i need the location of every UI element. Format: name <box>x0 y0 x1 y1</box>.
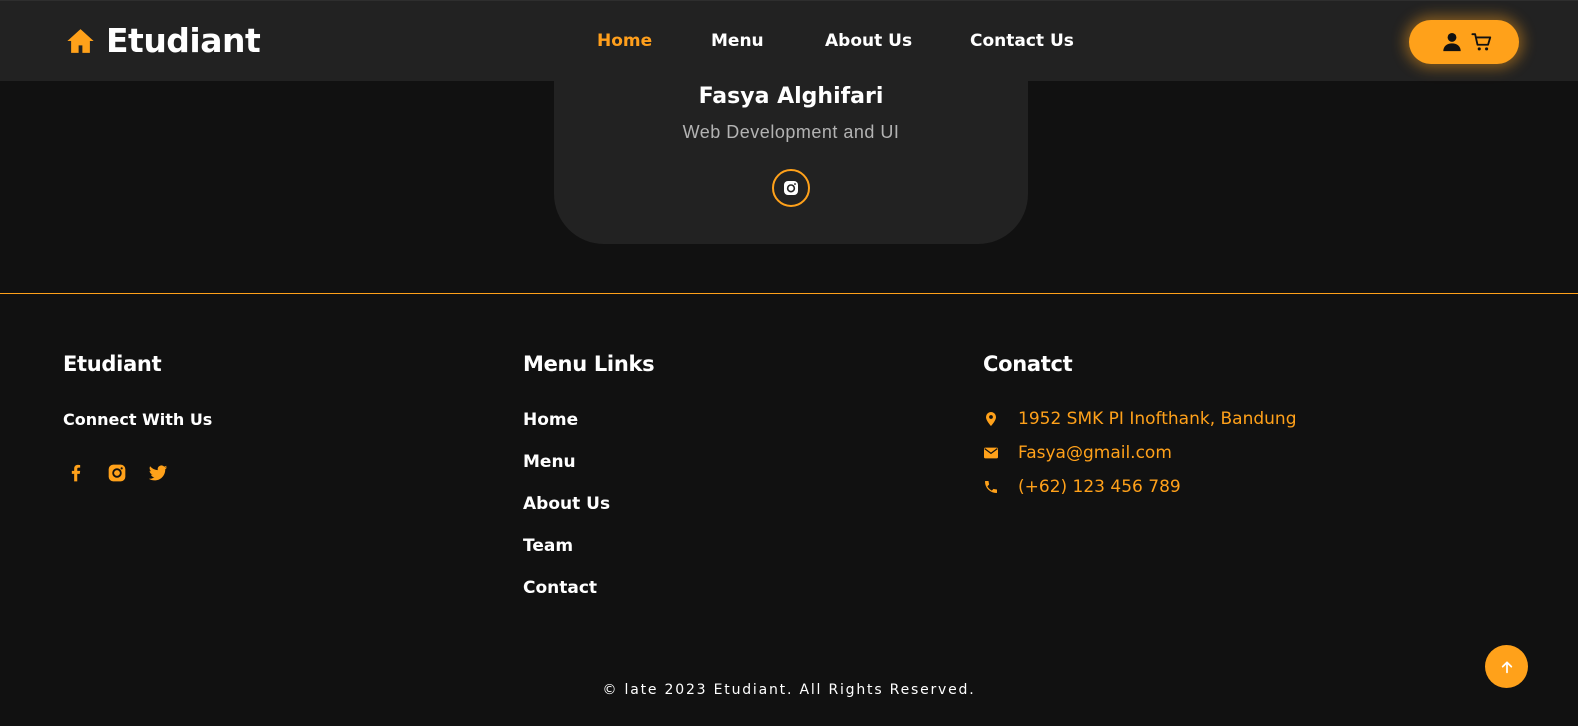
user-icon[interactable] <box>1441 31 1463 53</box>
nav-menu[interactable]: Menu <box>711 31 764 51</box>
footer-menu-title: Menu Links <box>523 352 655 376</box>
arrow-up-icon <box>1501 660 1512 673</box>
footer-menu-links: Home Menu About Us Team Contact <box>523 410 610 620</box>
contact-phone: (+62) 123 456 789 <box>983 475 1181 499</box>
mail-icon <box>984 447 998 459</box>
main-nav: Home Menu About Us Contact Us <box>0 31 1578 55</box>
contact-address-text: 1952 SMK PI Inofthank, Bandung <box>1018 409 1297 429</box>
account-cart-pill <box>1409 20 1519 64</box>
copyright-text: © late 2023 Etudiant. All Rights Reserve… <box>602 682 976 698</box>
contact-address: 1952 SMK PI Inofthank, Bandung <box>983 407 1297 431</box>
instagram-icon[interactable] <box>107 463 127 483</box>
contact-email-text[interactable]: Fasya@gmail.com <box>1018 443 1172 463</box>
location-pin-icon <box>986 412 996 426</box>
facebook-icon[interactable] <box>66 463 86 483</box>
nav-contact-us[interactable]: Contact Us <box>970 31 1074 51</box>
footer-link-menu[interactable]: Menu <box>523 452 610 494</box>
contact-email: Fasya@gmail.com <box>983 441 1172 465</box>
member-instagram-link[interactable] <box>772 169 810 207</box>
connect-label: Connect With Us <box>63 410 213 429</box>
footer-brand-title: Etudiant <box>63 352 162 376</box>
footer-link-home[interactable]: Home <box>523 410 610 452</box>
back-to-top-button[interactable] <box>1485 645 1528 688</box>
nav-about-us[interactable]: About Us <box>825 31 912 51</box>
footer-divider <box>0 293 1578 294</box>
site-header: Etudiant Home Menu About Us Contact Us <box>0 0 1578 81</box>
twitter-icon[interactable] <box>148 463 168 483</box>
nav-home[interactable]: Home <box>597 31 652 51</box>
instagram-icon <box>784 181 798 195</box>
footer-contact-title: Conatct <box>983 352 1073 376</box>
cart-icon[interactable] <box>1471 31 1493 53</box>
member-role: Web Development and UI <box>682 122 900 142</box>
footer-link-contact[interactable]: Contact <box>523 578 610 620</box>
member-name: Fasya Alghifari <box>698 84 884 109</box>
footer-link-team[interactable]: Team <box>523 536 610 578</box>
footer-link-about-us[interactable]: About Us <box>523 494 610 536</box>
contact-phone-text[interactable]: (+62) 123 456 789 <box>1018 477 1181 497</box>
phone-icon <box>985 481 997 493</box>
